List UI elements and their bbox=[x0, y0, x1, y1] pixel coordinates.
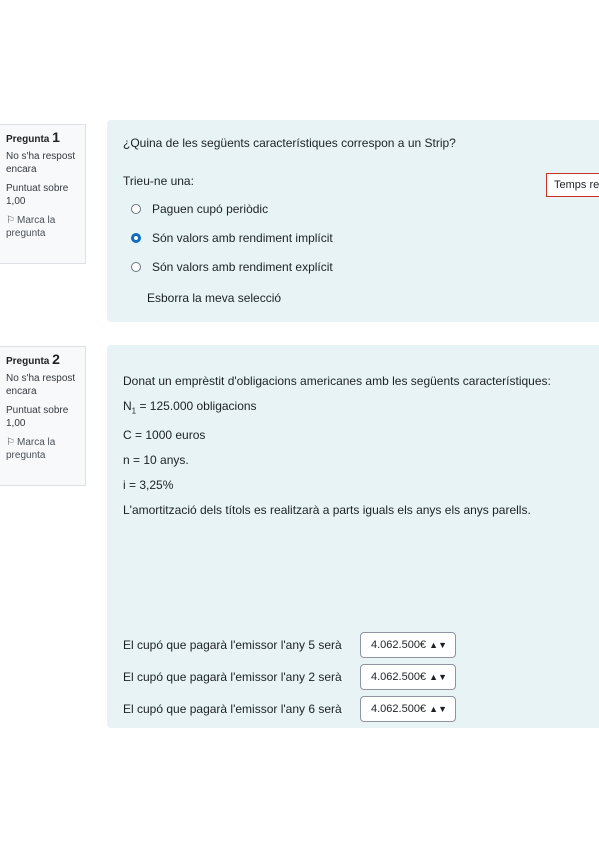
param-n: n = 10 anys. bbox=[123, 453, 189, 468]
question-number-value: 2 bbox=[52, 351, 60, 367]
radio-button[interactable] bbox=[131, 203, 141, 214]
select-caret-icon: ▲▼ bbox=[429, 704, 447, 715]
select-caret-icon: ▲▼ bbox=[429, 640, 447, 651]
question-number: Pregunta 1 bbox=[6, 129, 81, 146]
param-n1-prefix: N bbox=[123, 399, 132, 413]
answer-label: El cupó que pagarà l'emissor l'any 2 ser… bbox=[123, 670, 342, 685]
select-value: 4.062.500€ bbox=[371, 703, 427, 716]
answer-select[interactable]: 4.062.500€ ▲▼ bbox=[360, 696, 456, 723]
answer-label: El cupó que pagarà l'emissor l'any 5 ser… bbox=[123, 638, 342, 653]
question-2-info: Pregunta 2 No s'ha respost encara Puntua… bbox=[0, 346, 86, 486]
question-note: L'amortització dels títols es realitzarà… bbox=[123, 503, 531, 518]
answer-option-2[interactable]: Són valors amb rendiment implícit bbox=[131, 223, 591, 252]
question-marks: Puntuat sobre 1,00 bbox=[6, 405, 69, 429]
flag-question-link[interactable]: ⚐ Marca la pregunta bbox=[6, 436, 81, 462]
option-label: Són valors amb rendiment explícit bbox=[152, 259, 333, 274]
answer-option-1[interactable]: Paguen cupó periòdic bbox=[131, 194, 591, 223]
flag-icon: ⚐ bbox=[6, 215, 15, 226]
select-value: 4.062.500€ bbox=[371, 671, 427, 684]
option-label: Són valors amb rendiment implícit bbox=[152, 230, 333, 245]
param-c: C = 1000 euros bbox=[123, 428, 206, 443]
flag-icon: ⚐ bbox=[6, 437, 15, 448]
question-1-content: ¿Quina de les següents característiques … bbox=[107, 120, 599, 322]
param-n1: N1 = 125.000 obligacions bbox=[123, 394, 591, 423]
answer-row-year-6: El cupó que pagarà l'emissor l'any 6 ser… bbox=[123, 693, 591, 725]
radio-button[interactable] bbox=[131, 261, 141, 272]
param-n1-value: = 125.000 obligacions bbox=[136, 399, 257, 413]
question-status: No s'ha respost encara bbox=[6, 151, 76, 175]
radio-button-selected[interactable] bbox=[131, 232, 141, 243]
question-intro: Donat un emprèstit d'obligacions america… bbox=[123, 374, 551, 388]
flag-question-link[interactable]: ⚐ Marca la pregunta bbox=[6, 214, 81, 240]
answer-option-3[interactable]: Són valors amb rendiment explícit bbox=[131, 252, 591, 281]
answer-row-year-5: El cupó que pagarà l'emissor l'any 5 ser… bbox=[123, 629, 591, 661]
answer-label: El cupó que pagarà l'emissor l'any 6 ser… bbox=[123, 702, 342, 717]
select-value: 4.062.500€ bbox=[371, 639, 427, 652]
question-marks: Puntuat sobre 1,00 bbox=[6, 183, 69, 207]
param-i: i = 3,25% bbox=[123, 478, 174, 493]
question-number: Pregunta 2 bbox=[6, 351, 81, 368]
question-2-content: Donat un emprèstit d'obligacions america… bbox=[107, 345, 599, 728]
question-label: Pregunta bbox=[6, 134, 50, 145]
question-status: No s'ha respost encara bbox=[6, 373, 76, 397]
option-label: Paguen cupó periòdic bbox=[152, 201, 269, 216]
answer-select[interactable]: 4.062.500€ ▲▼ bbox=[360, 664, 456, 691]
answer-select[interactable]: 4.062.500€ ▲▼ bbox=[360, 632, 456, 659]
answer-prompt: Trieu-ne una: bbox=[123, 174, 194, 188]
question-number-value: 1 bbox=[52, 129, 60, 145]
answer-row-year-2: El cupó que pagarà l'emissor l'any 2 ser… bbox=[123, 661, 591, 693]
question-label: Pregunta bbox=[6, 356, 50, 367]
question-text: ¿Quina de les següents característiques … bbox=[123, 136, 456, 150]
timer-box: Temps re bbox=[546, 173, 599, 197]
clear-selection-link[interactable]: Esborra la meva selecció bbox=[147, 291, 591, 305]
question-1-info: Pregunta 1 No s'ha respost encara Puntua… bbox=[0, 124, 86, 264]
select-caret-icon: ▲▼ bbox=[429, 672, 447, 683]
